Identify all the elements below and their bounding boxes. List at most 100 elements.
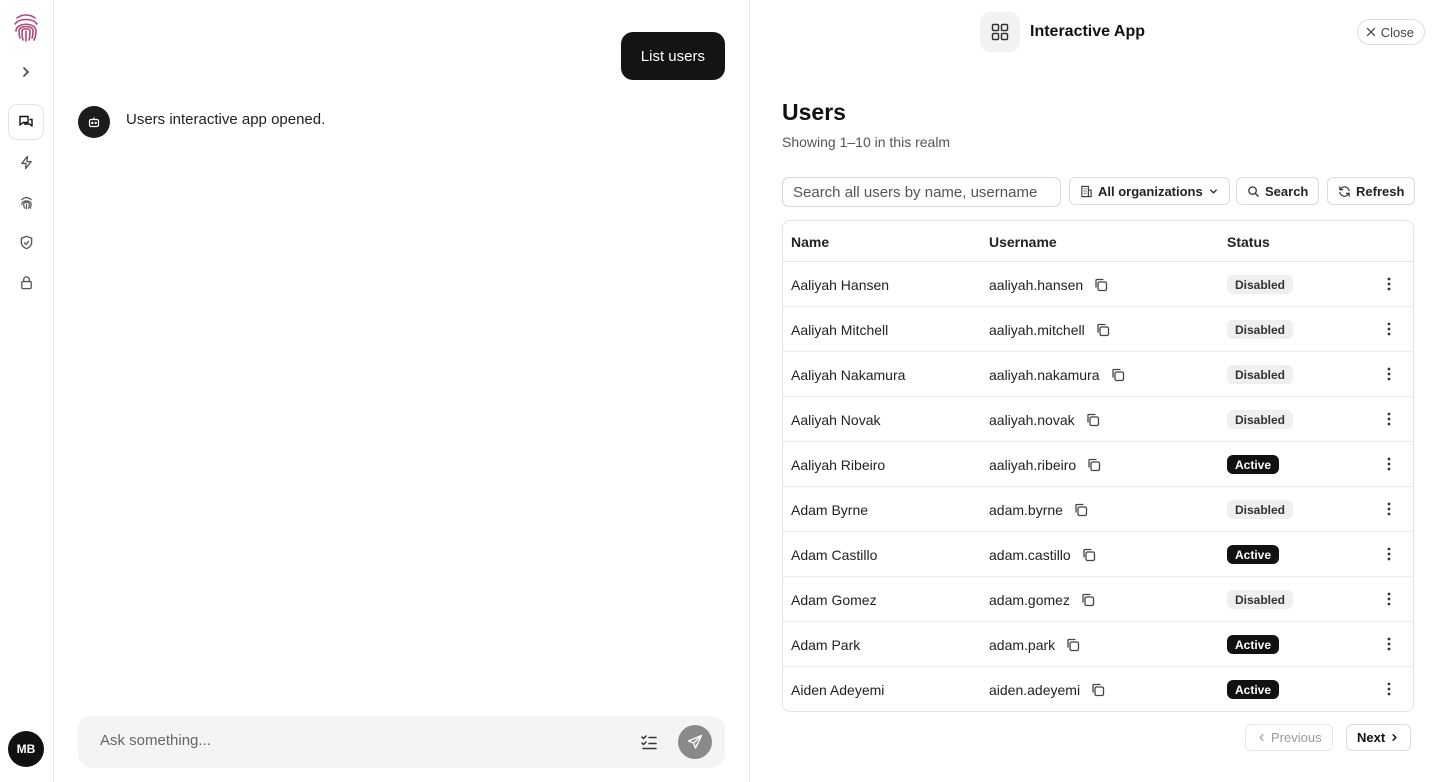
search-button[interactable]: Search xyxy=(1236,177,1320,205)
status-badge: Disabled xyxy=(1227,275,1294,294)
status-badge: Disabled xyxy=(1227,500,1294,519)
refresh-button-label: Refresh xyxy=(1356,183,1405,199)
interactive-app-panel: Interactive App Close Users Showing 1–10… xyxy=(750,0,1442,782)
nav-actions-button[interactable] xyxy=(9,145,43,179)
copy-icon[interactable] xyxy=(1065,637,1081,653)
column-header-username[interactable]: Username xyxy=(989,234,1057,250)
column-header-status[interactable]: Status xyxy=(1227,234,1270,250)
chat-input[interactable] xyxy=(100,732,620,749)
username: aiden.adeyemi xyxy=(989,682,1081,698)
more-actions-icon[interactable] xyxy=(1381,636,1397,652)
username: aaliyah.nakamura xyxy=(989,367,1100,383)
table-row[interactable]: Aaliyah Ribeiro aaliyah.ribeiro Active xyxy=(783,442,1413,487)
grid-icon xyxy=(980,12,1020,52)
send-icon xyxy=(687,734,703,749)
building-icon xyxy=(1081,185,1092,197)
copy-icon[interactable] xyxy=(1085,412,1101,428)
username: aaliyah.novak xyxy=(989,412,1075,428)
username: adam.gomez xyxy=(989,592,1070,608)
fingerprint-logo[interactable] xyxy=(11,11,41,43)
table-row[interactable]: Adam Byrne adam.byrne Disabled xyxy=(783,487,1413,532)
column-header-name[interactable]: Name xyxy=(791,234,829,250)
fingerprint-icon xyxy=(20,196,32,209)
table-row[interactable]: Aaliyah Mitchell aaliyah.mitchell Disabled xyxy=(783,307,1413,352)
copy-icon[interactable] xyxy=(1110,367,1126,383)
chevron-right-icon xyxy=(1392,734,1397,741)
bot-message-row: Users interactive app opened. xyxy=(78,106,325,138)
avatar[interactable]: MB xyxy=(8,731,44,767)
username: adam.castillo xyxy=(989,547,1071,563)
more-actions-icon[interactable] xyxy=(1381,681,1397,697)
username-cell: aaliyah.mitchell xyxy=(989,322,1111,338)
copy-icon[interactable] xyxy=(1093,277,1109,293)
user-name: Adam Castillo xyxy=(791,547,878,563)
table-row[interactable]: Aaliyah Nakamura aaliyah.nakamura Disabled xyxy=(783,352,1413,397)
close-icon xyxy=(1366,27,1375,37)
user-name: Aaliyah Nakamura xyxy=(791,367,906,383)
more-actions-icon[interactable] xyxy=(1381,591,1397,607)
previous-page-button[interactable]: Previous xyxy=(1245,724,1333,751)
more-actions-icon[interactable] xyxy=(1381,366,1397,382)
page-title: Users xyxy=(782,99,846,125)
username: aaliyah.ribeiro xyxy=(989,457,1077,473)
table-row[interactable]: Aaliyah Hansen aaliyah.hansen Disabled xyxy=(783,262,1413,307)
more-actions-icon[interactable] xyxy=(1381,501,1397,517)
table-row[interactable]: Aaliyah Novak aaliyah.novak Disabled xyxy=(783,397,1413,442)
app-header: Interactive App xyxy=(980,12,1145,52)
more-actions-icon[interactable] xyxy=(1381,456,1397,472)
copy-icon[interactable] xyxy=(1081,547,1097,563)
checklist-icon[interactable] xyxy=(639,732,659,752)
search-input[interactable] xyxy=(782,177,1061,207)
lightning-icon xyxy=(20,155,32,169)
more-actions-icon[interactable] xyxy=(1381,276,1397,292)
copy-icon[interactable] xyxy=(1080,592,1096,608)
close-label: Close xyxy=(1380,24,1414,40)
username-cell: aaliyah.nakamura xyxy=(989,367,1126,383)
copy-icon[interactable] xyxy=(1095,322,1111,338)
copy-icon[interactable] xyxy=(1073,502,1089,518)
chevron-right-icon xyxy=(23,67,29,77)
nav-lock-button[interactable] xyxy=(9,265,43,299)
table-row[interactable]: Aiden Adeyemi aiden.adeyemi Active xyxy=(783,667,1413,711)
search-icon xyxy=(1248,185,1259,197)
organization-filter-dropdown[interactable]: All organizations xyxy=(1069,177,1230,205)
app-title: Interactive App xyxy=(1030,23,1145,40)
status-badge: Disabled xyxy=(1227,365,1294,384)
status-badge: Active xyxy=(1227,680,1280,699)
table-header: Name Username Status xyxy=(783,221,1413,262)
username-cell: adam.park xyxy=(989,637,1081,653)
close-button[interactable]: Close xyxy=(1356,19,1425,45)
nav-security-button[interactable] xyxy=(9,225,43,259)
app-root: MB List users Users interactive app open… xyxy=(0,0,1442,782)
refresh-button[interactable]: Refresh xyxy=(1327,177,1416,205)
user-name: Adam Gomez xyxy=(791,592,877,608)
table-row[interactable]: Adam Gomez adam.gomez Disabled xyxy=(783,577,1413,622)
next-page-button[interactable]: Next xyxy=(1346,724,1412,751)
more-actions-icon[interactable] xyxy=(1381,546,1397,562)
status-badge: Active xyxy=(1227,635,1280,654)
username: adam.park xyxy=(989,637,1056,653)
next-label: Next xyxy=(1357,730,1386,745)
chevron-left-icon xyxy=(1259,734,1264,741)
table-row[interactable]: Adam Castillo adam.castillo Active xyxy=(783,532,1413,577)
sidebar-rail: MB xyxy=(0,0,54,782)
user-name: Adam Byrne xyxy=(791,502,869,518)
status-badge: Disabled xyxy=(1227,410,1294,429)
refresh-icon xyxy=(1339,185,1350,197)
more-actions-icon[interactable] xyxy=(1381,411,1397,427)
copy-icon[interactable] xyxy=(1086,457,1102,473)
users-toolbar: All organizations Search Refresh xyxy=(782,177,1416,207)
username: aaliyah.hansen xyxy=(989,277,1084,293)
username-cell: aaliyah.novak xyxy=(989,412,1101,428)
table-row[interactable]: Adam Park adam.park Active xyxy=(783,622,1413,667)
nav-identity-button[interactable] xyxy=(9,185,43,219)
username-cell: aiden.adeyemi xyxy=(989,682,1106,698)
send-button[interactable] xyxy=(678,725,712,759)
more-actions-icon[interactable] xyxy=(1381,321,1397,337)
nav-chat-button[interactable] xyxy=(9,105,43,139)
copy-icon[interactable] xyxy=(1090,682,1106,698)
username-cell: aaliyah.hansen xyxy=(989,277,1109,293)
page-subtitle: Showing 1–10 in this realm xyxy=(782,134,951,150)
expand-sidebar-button[interactable] xyxy=(9,55,43,89)
chevron-down-icon xyxy=(1209,188,1217,194)
